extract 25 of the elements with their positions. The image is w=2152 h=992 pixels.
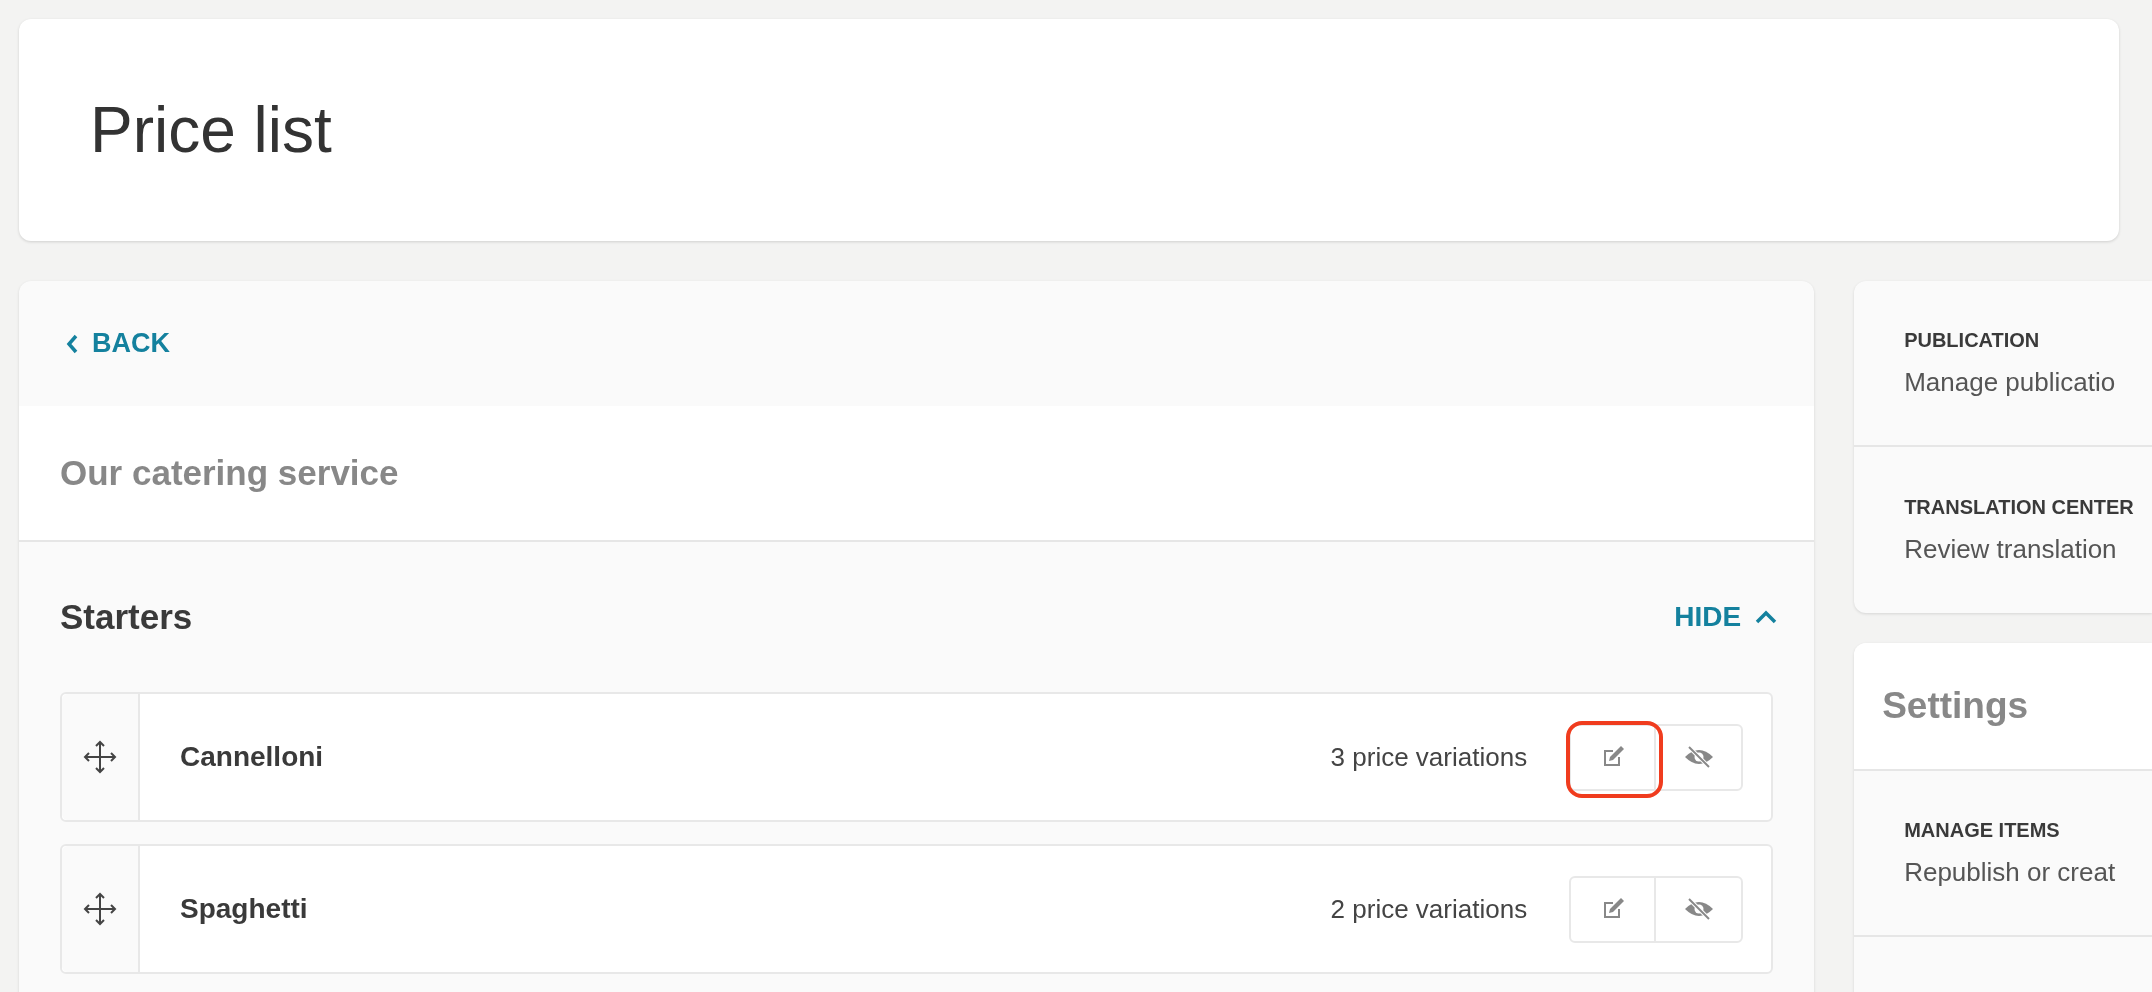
section-label: TRANSLATION CENTER: [1904, 494, 2135, 520]
eye-slash-icon: [1683, 745, 1714, 769]
back-label: BACK: [92, 327, 170, 361]
item-name: Spaghetti: [180, 892, 308, 926]
settings-title: Settings: [1882, 684, 2029, 729]
move-icon: [83, 892, 117, 926]
section-title: Starters: [60, 595, 193, 638]
back-link[interactable]: BACK: [66, 323, 170, 364]
description-link[interactable]: Republish or creat: [1904, 852, 2152, 892]
chevron-up-icon: [1755, 610, 1778, 624]
description-link[interactable]: Review translation: [1904, 529, 2152, 569]
drag-handle[interactable]: [62, 846, 140, 972]
section-label: PUBLICATION: [1904, 327, 2041, 353]
variation-count: 2 price variations: [1330, 892, 1528, 926]
eye-slash-icon: [1683, 897, 1714, 921]
chevron-left-icon: [66, 333, 78, 354]
section-label: MANAGE ITEMS: [1904, 817, 2061, 843]
item-name: Cannelloni: [180, 740, 324, 774]
hide-toggle[interactable]: HIDE: [1674, 596, 1778, 638]
variation-count: 3 price variations: [1330, 740, 1528, 774]
page-title: Price list: [90, 93, 332, 168]
catalog-title: Our catering service: [60, 451, 399, 494]
drag-handle[interactable]: [62, 694, 140, 820]
description-link[interactable]: Manage publicatio: [1904, 362, 2152, 402]
move-icon: [83, 740, 117, 774]
